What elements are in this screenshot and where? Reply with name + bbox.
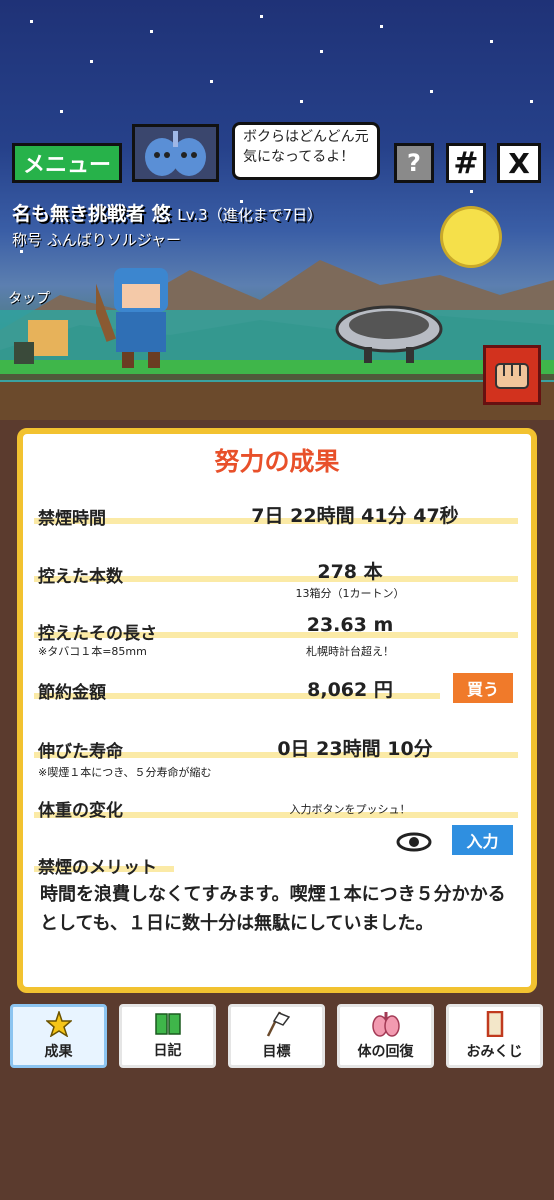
- skipped-count-label: 控えた本数: [38, 567, 123, 587]
- merit-label: 禁煙のメリット: [38, 858, 157, 878]
- tab-results[interactable]: 成果: [10, 1004, 107, 1068]
- tab-label: 日記: [153, 1043, 182, 1059]
- player-name-text: 名も無き挑戦者 悠: [12, 203, 171, 225]
- omikuji-icon: [486, 1011, 503, 1037]
- player-level: Lv.3（進化まで7日）: [177, 206, 323, 224]
- tab-diary[interactable]: 日記: [119, 1004, 216, 1068]
- merit-text: 時間を浪費しなくてすみます。喫煙１本につき５分かかるとしても、１日に数十分は無駄…: [40, 884, 506, 934]
- player-name: 名も無き挑戦者 悠 Lv.3（進化まで7日）: [12, 199, 322, 226]
- length-sub: 札幌時計台超え！: [306, 645, 394, 658]
- tab-body-recovery[interactable]: 体の回復: [337, 1004, 434, 1068]
- weight-hint: 入力ボタンをプッシュ！: [289, 803, 411, 816]
- ashtray: [335, 305, 443, 363]
- book-icon: [154, 1013, 181, 1035]
- lungs-icon: [371, 1012, 400, 1037]
- skipped-count-sub: 13箱分（1カートン）: [295, 587, 405, 600]
- moon-icon: [443, 209, 499, 265]
- tab-goal[interactable]: 目標: [228, 1004, 325, 1068]
- result-title: 努力の成果: [214, 447, 340, 476]
- weight-input-button[interactable]: 入力: [452, 825, 513, 855]
- buy-button[interactable]: 買う: [453, 673, 513, 703]
- flag-icon: [266, 1011, 290, 1037]
- tab-label: 成果: [44, 1044, 73, 1060]
- lungs-icon: [145, 131, 206, 176]
- eye-icon[interactable]: [396, 832, 432, 852]
- star-icon: [45, 1011, 72, 1037]
- life-value: 0日 23時間 10分: [277, 738, 433, 760]
- weight-label: 体重の変化: [38, 801, 123, 821]
- help-button[interactable]: ?: [394, 143, 434, 183]
- menu-button[interactable]: メニュー: [12, 143, 122, 183]
- length-label: 控えたその長さ: [38, 624, 157, 644]
- quit-time-label: 禁煙時間: [38, 509, 106, 529]
- tap-hint: タップ: [8, 291, 50, 307]
- punch-button[interactable]: [483, 345, 541, 405]
- skipped-count-value: 278 本: [317, 561, 383, 583]
- speech-line-1: ボクらはどんどん元: [243, 129, 369, 145]
- length-value: 23.63 m: [306, 614, 394, 636]
- lungs-mascot[interactable]: [132, 124, 219, 182]
- money-label: 節約金額: [38, 683, 106, 703]
- tab-label: おみくじ: [466, 1044, 523, 1060]
- hero-character[interactable]: [96, 262, 186, 372]
- tab-omikuji[interactable]: おみくじ: [446, 1004, 543, 1068]
- hashtag-button[interactable]: #: [446, 143, 486, 183]
- life-note: ※喫煙１本につき、５分寿命が縮む: [38, 766, 212, 779]
- x-share-button[interactable]: X: [497, 143, 541, 183]
- companion-cat[interactable]: [14, 312, 74, 368]
- quit-time-value: 7日 22時間 41分 47秒: [251, 505, 459, 527]
- tab-label: 体の回復: [357, 1044, 414, 1060]
- money-value: 8,062 円: [307, 679, 393, 701]
- tab-label: 目標: [262, 1044, 291, 1060]
- speech-bubble: ボクらはどんどん元 気になってるよ！: [232, 122, 380, 180]
- length-note: ※タバコ１本=85mm: [38, 645, 147, 658]
- fist-icon: [495, 363, 529, 389]
- speech-line-2: 気になってるよ！: [243, 149, 355, 165]
- player-title: 称号 ふんばりソルジャー: [12, 231, 182, 249]
- life-label: 伸びた寿命: [38, 742, 123, 762]
- ground: [0, 382, 554, 420]
